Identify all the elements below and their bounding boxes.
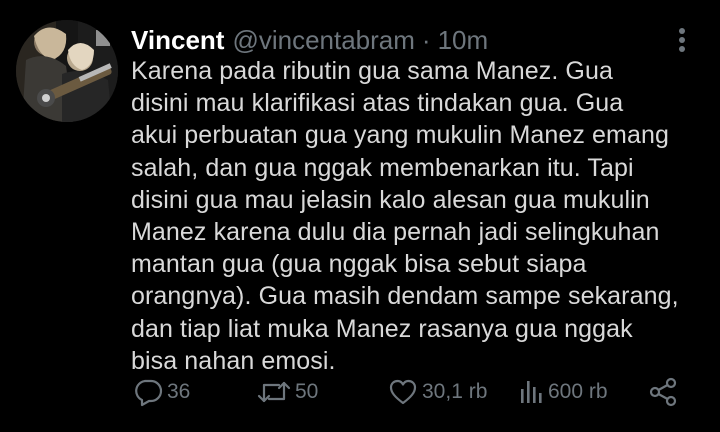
retweet-button[interactable]: 50: [257, 372, 318, 412]
reply-icon: [135, 379, 163, 407]
reply-button[interactable]: 36: [133, 372, 190, 412]
timestamp[interactable]: 10m: [438, 22, 489, 58]
like-button[interactable]: 30,1 rb: [388, 372, 487, 412]
header-separator: ·: [421, 25, 431, 55]
display-name[interactable]: Vincent: [131, 22, 224, 58]
avatar[interactable]: [16, 20, 118, 122]
heart-icon: [389, 379, 417, 405]
tweet-text: Karena pada ributin gua sama Manez. Gua …: [131, 57, 679, 375]
tweet-actions: 36 50 30,1 rb 600 rb: [131, 372, 691, 412]
more-vertical-icon: [679, 28, 685, 52]
share-button[interactable]: [648, 372, 678, 412]
views-count: 600 rb: [548, 380, 608, 403]
like-count: 30,1 rb: [422, 380, 488, 403]
more-options-button[interactable]: [668, 26, 696, 54]
retweet-icon: [257, 381, 291, 403]
user-handle[interactable]: @vincentabram: [232, 22, 414, 58]
views-button[interactable]: 600 rb: [518, 372, 608, 412]
retweet-count: 50: [295, 380, 319, 403]
tweet: Vincent @vincentabram · 10m Karena pada …: [0, 0, 720, 432]
share-icon: [649, 377, 677, 407]
views-bar-icon: [521, 381, 542, 403]
reply-count: 36: [167, 380, 191, 403]
tweet-header: Vincent @vincentabram · 10m: [131, 22, 488, 58]
